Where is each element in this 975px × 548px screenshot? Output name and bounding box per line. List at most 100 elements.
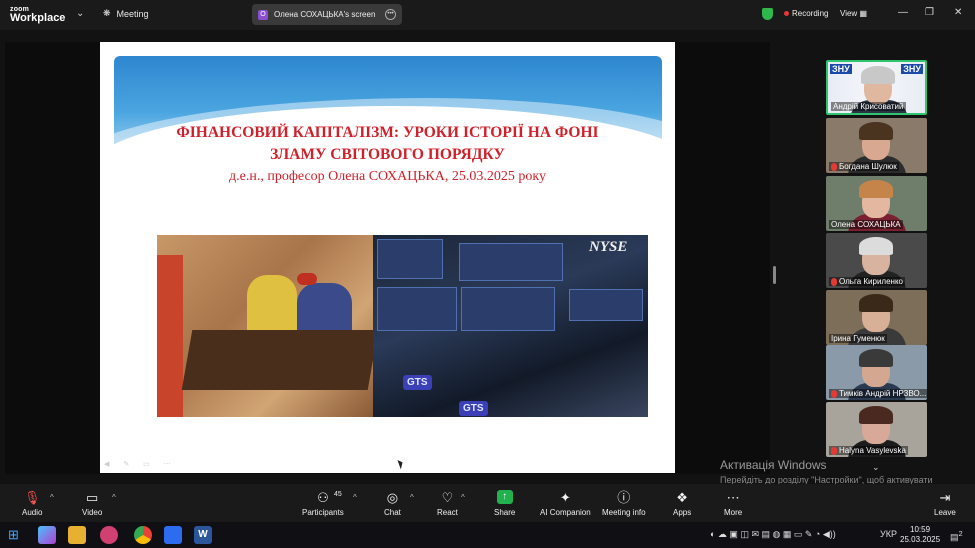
clock-time: 10:59 <box>910 525 931 534</box>
screen-share-pill[interactable]: О Олена СОХАЦЬКА's screen ••• <box>252 4 402 25</box>
ai-companion-label: AI Companion <box>540 508 591 517</box>
more-options-icon[interactable]: ••• <box>385 9 396 20</box>
audio-button[interactable]: 🎙 Audio <box>22 490 42 517</box>
taskbar-app-icon[interactable] <box>100 526 118 544</box>
chevron-down-icon[interactable]: ⌄ <box>76 8 84 19</box>
university-logo: ЗНУ <box>901 64 923 74</box>
chat-bubble-icon: ◎ <box>386 490 399 505</box>
video-label: Video <box>82 508 103 517</box>
chevron-up-icon[interactable]: ^ <box>112 493 116 502</box>
chevron-up-icon[interactable]: ^ <box>410 493 414 502</box>
chrome-icon[interactable] <box>134 526 152 544</box>
meeting-label: Meeting <box>116 8 149 19</box>
participant-tile[interactable]: Halyna Vasylevska <box>826 402 927 457</box>
participant-tile[interactable]: Ірина Гуменюк <box>826 290 927 345</box>
app-logo[interactable]: Workplace <box>10 12 65 24</box>
slide-title-line1: ФІНАНСОВИЙ КАПІТАЛІЗМ: УРОКИ ІСТОРІЇ НА … <box>176 124 599 141</box>
notification-count: 2 <box>958 529 963 538</box>
recording-label: Recording <box>792 9 829 18</box>
sharer-avatar: О <box>258 9 268 20</box>
audio-label: Audio <box>22 508 43 517</box>
file-explorer-icon[interactable] <box>68 526 86 544</box>
apps-label: Apps <box>673 508 692 517</box>
meeting-toolbar: 🎙 Audio ^ ▭ Video ^ ⚇ Participants 45 ^ … <box>0 484 975 522</box>
security-shield-icon[interactable] <box>762 8 773 20</box>
close-button[interactable]: ✕ <box>954 7 962 18</box>
zoom-icon[interactable] <box>164 526 182 544</box>
react-button[interactable]: ♡ React <box>437 490 458 517</box>
video-button[interactable]: ▭ Video <box>82 490 102 517</box>
restore-button[interactable]: ❐ <box>925 7 934 18</box>
gts-badge: GTS <box>403 375 432 390</box>
participants-count: 45 <box>334 491 342 498</box>
participant-tile[interactable]: Ольга Кириленко <box>826 233 927 288</box>
slide-toolbar[interactable]: ◀ ✎ ▭ ⋯ <box>104 460 177 468</box>
notification-icon[interactable]: ▤2 <box>950 529 963 543</box>
leave-label: Leave <box>934 508 956 517</box>
record-dot-icon <box>784 11 789 16</box>
mic-muted-icon <box>831 277 837 286</box>
slide-title-line2: ЗЛАМУ СВІТОВОГО ПОРЯДКУ <box>270 146 505 163</box>
windows-taskbar: ⊞ W ◐ ☁ ▣ ◫ ✉ ▤ ◍ ▦ ▭ ✎ ◔ ◀)) УКР 10:59 … <box>0 522 975 548</box>
panel-resize-handle[interactable] <box>773 266 776 284</box>
view-button[interactable]: View ▦ <box>840 9 867 18</box>
minimize-button[interactable]: — <box>898 7 908 18</box>
participant-name: Тимків Андрій НРЗВО... <box>829 389 927 398</box>
more-button[interactable]: ⋯ More <box>724 490 742 517</box>
chat-button[interactable]: ◎ Chat <box>384 490 401 517</box>
share-button[interactable]: ↑ Share <box>494 490 515 517</box>
chevron-down-icon[interactable]: ⌄ <box>872 462 880 473</box>
heart-icon: ♡ <box>441 490 454 505</box>
participants-label: Participants <box>302 508 344 517</box>
slide-subtitle: д.е.н., професор Олена СОХАЦЬКА, 25.03.2… <box>229 169 546 184</box>
windows-activation-title: Активація Windows <box>720 458 827 472</box>
share-label: Share <box>494 508 516 517</box>
meeting-info-label: Meeting info <box>602 508 646 517</box>
participant-name: Андрій Крисоватий <box>831 102 906 111</box>
meeting-menu[interactable]: ❋ Meeting <box>103 8 149 19</box>
input-language[interactable]: УКР <box>880 529 897 539</box>
ai-companion-button[interactable]: ✦ AI Companion <box>540 490 591 517</box>
grid-view-icon: ▦ <box>859 9 867 18</box>
word-icon[interactable]: W <box>194 526 212 544</box>
chat-label: Chat <box>384 508 401 517</box>
mic-muted-icon <box>831 162 837 171</box>
medieval-bankers-image <box>157 235 373 417</box>
chevron-up-icon[interactable]: ^ <box>353 493 357 502</box>
gts-badge: GTS <box>459 401 488 416</box>
chevron-up-icon[interactable]: ^ <box>50 493 54 502</box>
mic-muted-icon: 🎙 <box>23 490 41 505</box>
copilot-icon[interactable] <box>38 526 56 544</box>
clock-date: 25.03.2025 <box>900 535 941 544</box>
participant-tile[interactable]: Олена СОХАЦЬКА <box>826 176 927 231</box>
participant-tile[interactable]: Богдана Шулюк <box>826 118 927 173</box>
info-icon: ⓘ <box>617 490 631 505</box>
meeting-info-button[interactable]: ⓘ Meeting info <box>602 490 646 517</box>
more-dots-icon: ⋯ <box>726 490 740 505</box>
participant-name: Halyna Vasylevska <box>829 446 908 455</box>
top-bar: zoom Workplace ⌄ ❋ Meeting О Олена СОХАЦ… <box>0 0 975 30</box>
more-label: More <box>724 508 743 517</box>
apps-icon: ❖ <box>676 490 688 505</box>
system-tray-icons[interactable]: ◐ ☁ ▣ ◫ ✉ ▤ ◍ ▦ ▭ ✎ ◔ ◀)) <box>710 529 836 540</box>
sparkle-icon: ✦ <box>559 490 571 505</box>
share-screen-icon: ↑ <box>496 490 513 504</box>
leave-button[interactable]: ⇥ Leave <box>934 490 956 517</box>
presentation-slide: ФІНАНСОВИЙ КАПІТАЛІЗМ: УРОКИ ІСТОРІЇ НА … <box>100 42 675 473</box>
apps-button[interactable]: ❖ Apps <box>673 490 691 517</box>
leave-icon: ⇥ <box>939 490 951 505</box>
chevron-up-icon[interactable]: ^ <box>461 493 465 502</box>
react-label: React <box>437 508 458 517</box>
clock[interactable]: 10:59 25.03.2025 <box>900 525 940 545</box>
participants-icon: ❋ <box>103 8 111 18</box>
mic-muted-icon <box>831 446 837 455</box>
participant-tile[interactable]: ЗНУ ЗНУ Андрій Крисоватий <box>826 60 927 115</box>
recording-indicator[interactable]: Recording <box>784 9 828 18</box>
windows-start-icon[interactable]: ⊞ <box>8 526 26 544</box>
participant-tile[interactable]: Тимків Андрій НРЗВО... <box>826 345 927 400</box>
screen-share-label: Олена СОХАЦЬКА's screen <box>274 10 376 19</box>
participants-icon: ⚇ <box>317 490 329 505</box>
university-logo: ЗНУ <box>830 64 852 74</box>
participant-name: Ірина Гуменюк <box>829 334 887 343</box>
participant-name: Олена СОХАЦЬКА <box>829 220 903 229</box>
